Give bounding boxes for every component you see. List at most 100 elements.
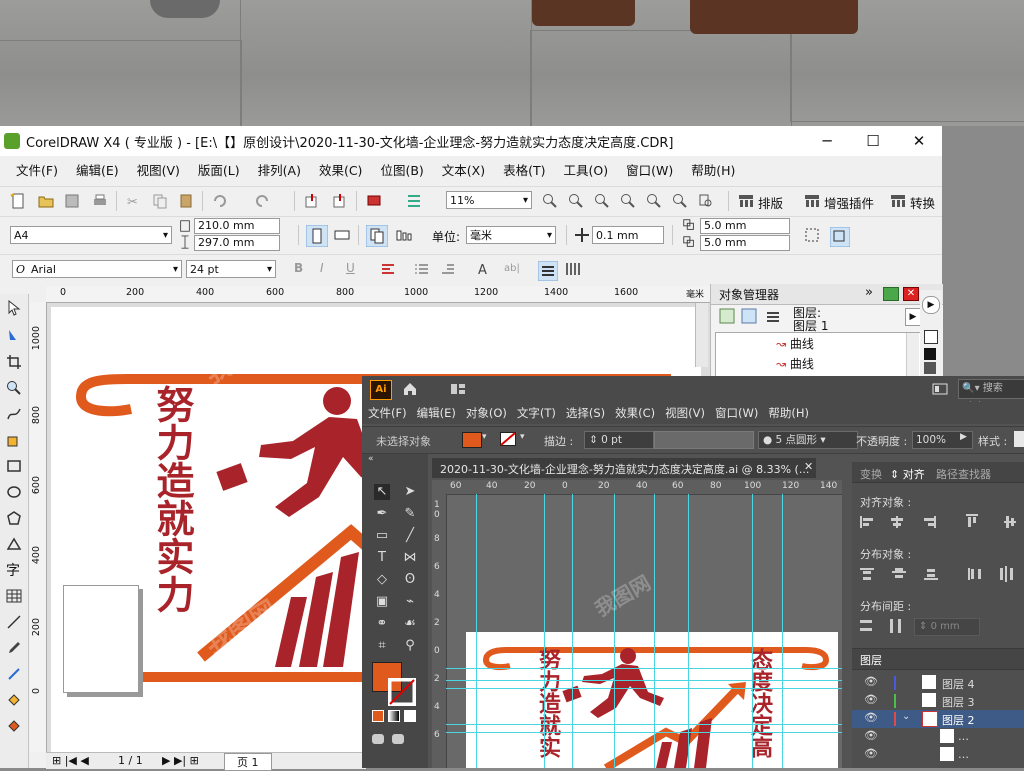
guide[interactable] [688, 494, 689, 768]
freehand-tool-icon[interactable] [6, 406, 22, 422]
ai-artboard-area[interactable]: 60 40 20 0 20 40 60 80 100 120 140 1 0 8… [432, 480, 842, 768]
tab-transform[interactable]: 变换 [860, 466, 882, 482]
vertical-scrollbar[interactable] [695, 303, 708, 367]
duplicate-distance-y-field[interactable]: 5.0 mm [700, 235, 790, 251]
guide[interactable] [544, 494, 545, 768]
convert-plugin-icon[interactable] [890, 193, 906, 209]
italic-icon[interactable]: I [320, 261, 324, 275]
brush-definition-select[interactable]: ● 5 点圆形 ▾ [758, 431, 858, 449]
ai-menu-select[interactable]: 选择(S) [566, 405, 605, 421]
layer-menu-arrow[interactable]: ▶ [905, 308, 921, 326]
guide[interactable] [476, 494, 477, 768]
menu-tools[interactable]: 工具(O) [564, 160, 609, 179]
ai-menu-help[interactable]: 帮助(H) [768, 405, 809, 421]
selection-tool-icon[interactable]: ↖ [374, 484, 390, 500]
parallel-dimension-tool-icon[interactable] [6, 614, 22, 630]
guide[interactable] [654, 494, 655, 768]
paintbrush-tool-icon[interactable]: ╱ [402, 528, 418, 544]
blend-tool-icon[interactable]: ⚭ [374, 616, 390, 632]
open-folder-icon[interactable] [38, 193, 54, 209]
units-select[interactable]: 毫米 [466, 226, 556, 245]
duplicate-distance-x-field[interactable]: 5.0 mm [700, 218, 790, 234]
align-buttons-row[interactable] [860, 514, 1020, 530]
gradient-mode-icon[interactable] [388, 710, 400, 722]
stroke-color-swatch[interactable] [500, 432, 516, 446]
zoom-page-icon[interactable] [646, 193, 662, 209]
outline-tool-icon[interactable] [6, 666, 22, 682]
menu-table[interactable]: 表格(T) [503, 160, 545, 179]
layer-row-selected[interactable]: 👁 ⌄ 图层 2 [852, 710, 1024, 728]
guide[interactable] [446, 724, 842, 725]
variable-width-profile[interactable] [654, 431, 754, 449]
draw-mode-icon[interactable] [372, 734, 384, 744]
bold-icon[interactable]: B [294, 261, 303, 275]
type-tool-icon[interactable]: T [374, 550, 390, 566]
menu-arrange[interactable]: 排列(A) [258, 160, 301, 179]
import-icon[interactable] [304, 193, 320, 209]
guide[interactable] [446, 680, 842, 681]
page-tab[interactable]: 页 1 [224, 753, 272, 771]
bullet-list-icon[interactable] [414, 261, 430, 277]
distribute-buttons-row[interactable] [860, 566, 1020, 582]
gray-swatch[interactable] [924, 362, 936, 374]
polygon-tool-icon[interactable] [6, 510, 22, 526]
ai-stroke-swatch[interactable] [388, 678, 416, 706]
guide[interactable] [782, 494, 783, 768]
menu-file[interactable]: 文件(F) [16, 160, 58, 179]
landscape-icon[interactable] [334, 227, 350, 243]
basic-shapes-tool-icon[interactable] [6, 536, 22, 552]
panel-close-button[interactable]: ✕ [903, 287, 919, 301]
reflect-tool-icon[interactable]: ⋈ [402, 550, 418, 566]
enhance-plugin-button[interactable]: 增强插件 [824, 193, 874, 212]
convert-plugin-button[interactable]: 转换 [910, 193, 935, 212]
no-color-swatch[interactable] [924, 330, 938, 344]
lasso-tool-icon[interactable]: ʘ [402, 572, 418, 588]
next-page-button[interactable]: ▶ ▶| ⊞ [162, 754, 199, 767]
close-document-icon[interactable]: ✕ [804, 460, 813, 473]
first-page-button[interactable]: ⊞ |◀ ◀ [52, 754, 89, 767]
welcome-screen-icon[interactable] [406, 193, 422, 209]
crop-tool-icon[interactable] [6, 354, 22, 370]
tab-align[interactable]: ⇕ 对齐 [890, 466, 925, 482]
collapse-toolbar-icon[interactable]: « [368, 454, 374, 464]
print-icon[interactable] [92, 193, 108, 209]
expand-layer-icon[interactable]: ⌄ [902, 711, 910, 722]
zoom-in-icon[interactable] [542, 193, 558, 209]
menu-view[interactable]: 视图(V) [137, 160, 180, 179]
opacity-arrow-icon[interactable]: ▶ [960, 432, 967, 442]
fill-dropdown-icon[interactable]: ▾ [482, 432, 487, 442]
visibility-eye-icon[interactable]: 👁 [864, 747, 878, 760]
curvature-tool-icon[interactable]: ✎ [402, 506, 418, 522]
smart-fill-tool-icon[interactable] [6, 432, 22, 448]
vertical-text-icon[interactable] [564, 261, 580, 277]
font-size-select[interactable]: 24 pt [186, 260, 276, 279]
menu-window[interactable]: 窗口(W) [626, 160, 673, 179]
guide[interactable] [446, 732, 842, 733]
ai-menu-object[interactable]: 对象(O) [466, 405, 507, 421]
edit-text-icon[interactable]: A [476, 261, 492, 277]
zoom-tool-icon[interactable]: ⚲ [402, 638, 418, 654]
stroke-dropdown-icon[interactable]: ▾ [520, 432, 525, 442]
home-icon[interactable] [402, 381, 418, 397]
eyedropper-tool-icon[interactable] [6, 640, 22, 656]
panel-minimize-button[interactable] [883, 287, 899, 301]
ai-menu-view[interactable]: 视图(V) [665, 405, 705, 421]
style-swatch[interactable] [1014, 431, 1024, 447]
tab-pathfinder[interactable]: 路径查找器 [936, 466, 991, 482]
arrange-documents-icon[interactable] [932, 381, 948, 397]
layer-row[interactable]: 👁 图层 4 [852, 674, 1024, 692]
layout-plugin-button[interactable]: 排版 [758, 193, 783, 212]
horizontal-align-icon[interactable] [380, 261, 396, 277]
copy-icon[interactable] [152, 193, 168, 209]
zoom-tool-icon[interactable] [6, 380, 22, 396]
drop-cap-icon[interactable] [440, 261, 456, 277]
show-properties-icon[interactable] [719, 308, 735, 324]
zoom-level-select[interactable]: 11% [446, 191, 532, 210]
tree-item[interactable]: ↝ 曲线 [776, 355, 814, 372]
layout-plugin-icon[interactable] [738, 193, 754, 209]
menu-bitmaps[interactable]: 位图(B) [380, 160, 423, 179]
minimize-button[interactable]: ─ [812, 130, 842, 152]
gradient-tool-icon[interactable]: ▣ [374, 594, 390, 610]
guide[interactable] [446, 688, 842, 689]
zoom-height-icon[interactable] [698, 193, 714, 209]
